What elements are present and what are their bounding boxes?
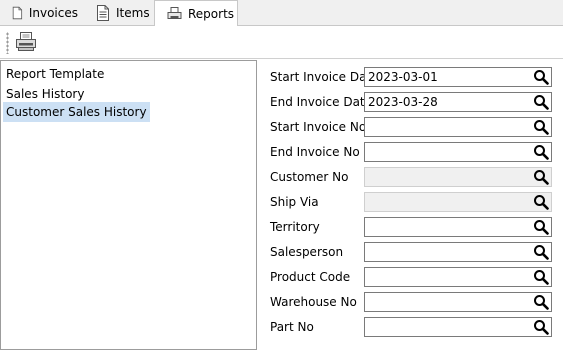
territory-label: Territory (270, 220, 320, 234)
print-button[interactable] (14, 30, 38, 54)
part-no-field[interactable] (364, 317, 552, 337)
search-icon[interactable] (533, 269, 549, 285)
list-item-sales-history[interactable]: Sales History (3, 84, 87, 104)
tab-label: Items (116, 6, 150, 20)
tab-invoices[interactable]: Invoices (0, 1, 78, 25)
search-icon[interactable] (533, 119, 549, 135)
list-item-label: Sales History (6, 87, 85, 101)
start-invoice-date-label: Start Invoice Date (270, 70, 379, 84)
ship-via-label: Ship Via (270, 195, 319, 209)
warehouse-no-label: Warehouse No (270, 295, 357, 309)
tab-label: Reports (188, 6, 235, 21)
search-icon[interactable] (533, 69, 549, 85)
tab-items[interactable]: Items (84, 1, 154, 25)
search-icon[interactable] (533, 169, 549, 185)
part-no-label: Part No (270, 320, 314, 334)
tab-label: Invoices (28, 6, 78, 20)
tab-strip: Invoices Items Reports (0, 0, 563, 26)
end-invoice-date-label: End Invoice Date (270, 95, 373, 109)
field-value: 2023-03-01 (368, 70, 438, 84)
start-invoice-date-field[interactable]: 2023-03-01 (364, 67, 552, 87)
end-invoice-date-field[interactable]: 2023-03-28 (364, 92, 552, 112)
search-icon[interactable] (533, 244, 549, 260)
territory-field[interactable] (364, 217, 552, 237)
list-item-label: Report Template (6, 67, 105, 81)
end-invoice-no-field[interactable] (364, 142, 552, 162)
search-icon[interactable] (533, 194, 549, 210)
tab-reports[interactable]: Reports (154, 0, 238, 26)
search-icon[interactable] (533, 294, 549, 310)
report-list[interactable]: Report Template Sales History Customer S… (0, 60, 257, 350)
product-code-field[interactable] (364, 267, 552, 287)
search-icon[interactable] (533, 319, 549, 335)
ship-via-field[interactable] (364, 192, 552, 212)
list-item-label: Customer Sales History (6, 105, 147, 119)
search-icon[interactable] (533, 94, 549, 110)
salesperson-label: Salesperson (270, 245, 344, 259)
list-item-report-template[interactable]: Report Template (3, 64, 107, 84)
start-invoice-no-label: Start Invoice No (270, 120, 367, 134)
warehouse-no-field[interactable] (364, 292, 552, 312)
toolbar-grip[interactable] (6, 32, 9, 54)
customer-no-label: Customer No (270, 170, 349, 184)
toolbar (0, 26, 563, 59)
end-invoice-no-label: End Invoice No (270, 145, 360, 159)
search-icon[interactable] (533, 144, 549, 160)
printer-icon (167, 6, 182, 19)
printer-icon (16, 32, 36, 51)
start-invoice-no-field[interactable] (364, 117, 552, 137)
document-icon (12, 6, 23, 20)
list-document-icon (97, 5, 109, 21)
product-code-label: Product Code (270, 270, 351, 284)
customer-no-field[interactable] (364, 167, 552, 187)
field-value: 2023-03-28 (368, 95, 438, 109)
search-icon[interactable] (533, 219, 549, 235)
list-item-customer-sales-history[interactable]: Customer Sales History (3, 102, 150, 122)
salesperson-field[interactable] (364, 242, 552, 262)
